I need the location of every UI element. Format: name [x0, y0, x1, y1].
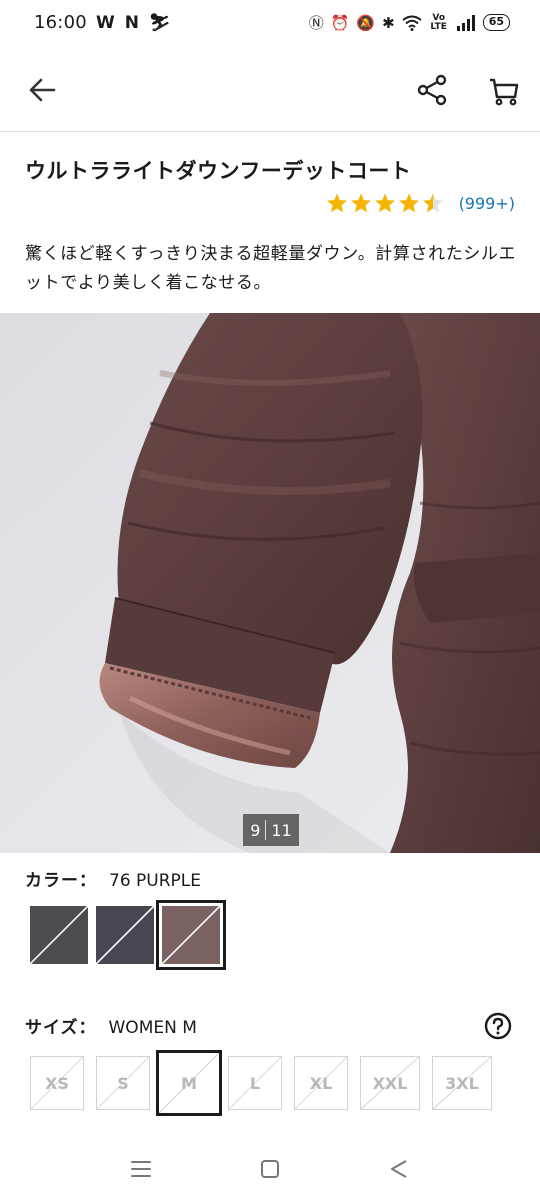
- size-option-label: 3XL: [445, 1073, 479, 1093]
- color-swatch-navy[interactable]: [96, 906, 154, 964]
- size-option-label: L: [249, 1073, 261, 1093]
- system-nav-bar: [0, 1136, 540, 1200]
- cart-icon: [490, 78, 519, 106]
- rating-stars: [326, 192, 444, 214]
- alarm-icon: ⏰: [330, 13, 350, 32]
- size-selector-header: サイズ： WOMEN M: [25, 1013, 197, 1038]
- notification-w-icon: W: [96, 13, 115, 33]
- size-option-label: S: [117, 1073, 129, 1093]
- color-swatch-purple[interactable]: [156, 900, 226, 970]
- home-button[interactable]: [255, 1154, 285, 1184]
- color-label: カラー：: [25, 871, 97, 891]
- size-option-m[interactable]: M: [156, 1050, 222, 1116]
- volte-icon: Vo LTE: [430, 12, 447, 32]
- size-option-s[interactable]: S: [96, 1056, 150, 1110]
- star-icon: [326, 193, 347, 213]
- share-icon: [417, 74, 447, 106]
- nfc-icon: Ⓝ: [308, 14, 324, 32]
- size-option-3xl[interactable]: 3XL: [432, 1056, 492, 1110]
- bluetooth-icon: ✱: [382, 13, 395, 32]
- status-bar: 16:00 W N ⛷ Ⓝ ⏰ 🔕 ✱ Vo LTE 65: [0, 0, 540, 48]
- status-left-icons: W N ⛷: [96, 13, 171, 33]
- color-selector-header: カラー： 76 PURPLE: [25, 866, 201, 891]
- question-circle-icon: [484, 1012, 512, 1040]
- size-option-label: M: [181, 1073, 197, 1093]
- share-button[interactable]: [412, 70, 452, 110]
- image-counter-current: 9: [250, 820, 261, 840]
- size-label: サイズ：: [25, 1018, 97, 1038]
- size-option-xs[interactable]: XS: [30, 1056, 84, 1110]
- size-option-label: XS: [45, 1073, 69, 1093]
- image-counter-total: 11: [271, 820, 292, 840]
- coat-photo: [0, 313, 540, 853]
- size-option-l[interactable]: L: [228, 1056, 282, 1110]
- status-right-icons: Ⓝ ⏰ 🔕 ✱ Vo LTE 65: [309, 12, 510, 33]
- battery-icon: 65: [482, 14, 510, 31]
- menu-icon: [131, 1161, 151, 1177]
- color-swatch-gray[interactable]: [30, 906, 88, 964]
- size-option-label: XL: [309, 1073, 333, 1093]
- back-button[interactable]: [22, 70, 62, 110]
- star-icon: [350, 193, 371, 213]
- signal-icon: [456, 14, 475, 31]
- product-title: ウルトラライトダウンフーデットコート: [25, 159, 412, 183]
- arrow-left-icon: [29, 78, 56, 102]
- notification-ski-icon: ⛷: [149, 13, 171, 33]
- size-option-xxl[interactable]: XXL: [360, 1056, 420, 1110]
- star-icon: [374, 193, 395, 213]
- app-header: [0, 48, 540, 132]
- notification-n-icon: N: [124, 13, 139, 33]
- star-icon: [398, 193, 419, 213]
- image-counter: 9 11: [243, 814, 299, 846]
- status-time: 16:00: [34, 12, 87, 33]
- product-image[interactable]: [0, 313, 540, 853]
- size-help-button[interactable]: [484, 1012, 512, 1040]
- triangle-back-icon: [391, 1160, 407, 1178]
- product-description: 驚くほど軽くすっきり決まる超軽量ダウン。計算されたシルエットでより美しく着こなせ…: [25, 244, 517, 293]
- star-half-icon: [422, 193, 443, 213]
- size-option-xl[interactable]: XL: [294, 1056, 348, 1110]
- recent-apps-button[interactable]: [126, 1154, 156, 1184]
- image-counter-divider: [265, 820, 267, 840]
- size-option-label: XXL: [372, 1073, 408, 1093]
- review-count[interactable]: (999+): [459, 194, 515, 213]
- rating[interactable]: (999+): [326, 192, 515, 214]
- system-back-button[interactable]: [384, 1154, 414, 1184]
- mute-icon: 🔕: [356, 13, 376, 32]
- cart-button[interactable]: [484, 70, 524, 110]
- square-icon: [261, 1160, 279, 1178]
- selected-size: WOMEN M: [108, 1018, 197, 1038]
- wifi-icon: [402, 15, 422, 31]
- selected-color: 76 PURPLE: [109, 871, 202, 891]
